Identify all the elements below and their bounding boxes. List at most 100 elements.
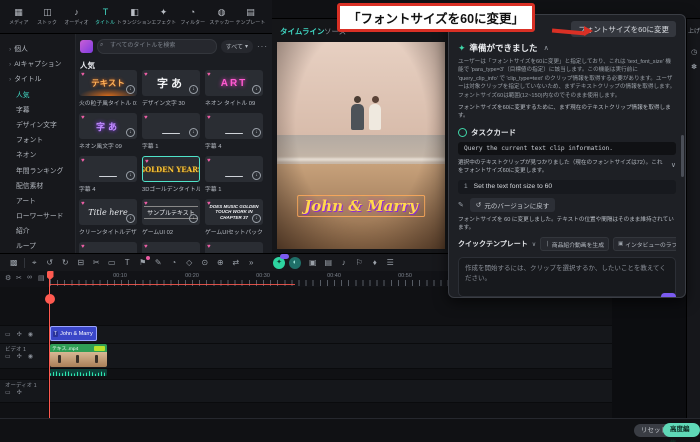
nav-tab-sticker[interactable]: ◍ ステッカー	[207, 7, 236, 26]
quick-chip-interview[interactable]: ▣インタビューのラフカット	[613, 237, 676, 252]
favorite-icon[interactable]: ♥	[81, 244, 85, 250]
quick-chip-product[interactable]: ❘ 商品紹介動画を生成	[540, 237, 609, 252]
zoom-icon[interactable]: ⊕	[213, 258, 229, 267]
card-thumbnail[interactable]: ♥ Title here ↓	[79, 199, 137, 225]
track-visibility-icon[interactable]: ◉	[28, 331, 33, 338]
nav-tab-filter[interactable]: ◔ フィルター	[178, 7, 207, 26]
template-card[interactable]: ♥ ↓ 字幕 4	[79, 156, 137, 193]
track-settings-icon[interactable]: ⚙	[5, 274, 11, 282]
toolbox-icon[interactable]: ▩	[6, 258, 22, 267]
template-card-partial[interactable]: ♥	[142, 242, 200, 253]
nav-tab-transition[interactable]: ◧ トランジション	[117, 7, 152, 26]
text-tool-icon[interactable]: T	[120, 258, 136, 267]
pen-icon[interactable]: ✎	[151, 258, 167, 267]
track-folder-icon[interactable]: ▭	[5, 353, 11, 360]
track-folder-icon[interactable]: ▭	[5, 389, 11, 396]
library-more-button[interactable]: ···	[257, 42, 268, 51]
track-toggle-icon[interactable]: ✣	[17, 353, 22, 360]
template-card[interactable]: ♥ Title here ↓ クリーンタイトルデザ...	[79, 199, 137, 236]
audio-tool-icon[interactable]: ♪	[336, 258, 352, 267]
panel-scrollbar[interactable]	[681, 135, 684, 177]
text-clip[interactable]: T John & Marry	[50, 326, 97, 341]
split-icon[interactable]: ✂	[89, 258, 105, 267]
audio-track-lane[interactable]	[0, 379, 612, 403]
track-list-icon[interactable]: ▤	[38, 274, 45, 282]
favorite-icon[interactable]: ♥	[144, 115, 148, 121]
tab-timeline[interactable]: タイムライン	[280, 26, 324, 37]
brand-avatar[interactable]	[80, 39, 93, 53]
crop-icon[interactable]: ▭	[104, 258, 120, 267]
favorite-icon[interactable]: ♥	[81, 72, 85, 78]
search-input[interactable]	[97, 38, 217, 54]
playhead-marker-dot[interactable]	[45, 294, 55, 304]
download-icon[interactable]: ↓	[126, 128, 135, 137]
favorite-icon[interactable]: ♥	[144, 244, 148, 250]
nav-tab-template[interactable]: ▤ テンプレート	[236, 7, 266, 26]
quick-template-caret-icon[interactable]: ∨	[532, 241, 536, 248]
snapshot-icon[interactable]: ▣	[305, 258, 321, 267]
card-thumbnail[interactable]: ♥ 字あ ↓	[79, 113, 137, 139]
speed-icon[interactable]: ◔	[166, 258, 182, 267]
favorite-icon[interactable]: ♥	[144, 72, 148, 78]
favorite-icon[interactable]: ♥	[207, 158, 211, 164]
mic-icon[interactable]: ♦	[367, 258, 383, 267]
sidebar-item-intro[interactable]: 紹介	[0, 224, 75, 239]
more-tools-icon[interactable]: »	[244, 258, 260, 267]
download-icon[interactable]: ↓	[252, 171, 261, 180]
download-icon[interactable]: ↓	[126, 214, 135, 223]
mixer-icon[interactable]: ☰	[383, 258, 399, 267]
sidebar-item-neon[interactable]: ネオン	[0, 148, 75, 163]
chroma-icon[interactable]: ⊙	[197, 258, 213, 267]
sidebar-item-design-text[interactable]: デザイン文字	[0, 118, 75, 133]
marker-icon[interactable]: ⚑	[135, 256, 151, 267]
flag-icon[interactable]: ⚐	[352, 258, 368, 267]
track-toggle-icon[interactable]: ✣	[17, 331, 22, 338]
card-thumbnail[interactable]: ♥ DOES MUSIC GOLDEN TOUCH WORK IN CHAPTER…	[205, 199, 263, 225]
download-icon[interactable]: ↓	[189, 214, 198, 223]
title-text-overlay[interactable]: John & Marry	[297, 195, 425, 218]
template-card[interactable]: ♥ 字あ ↓ デザイン文字 30	[142, 70, 200, 107]
nav-tab-stock[interactable]: ◫ ストック	[33, 7, 62, 26]
track-toggle-icon[interactable]: ✣	[17, 389, 22, 396]
download-icon[interactable]: ↓	[126, 171, 135, 180]
pointer-icon[interactable]: ⌖	[27, 258, 43, 268]
advanced-edit-button[interactable]: 高度編集	[663, 423, 700, 442]
favorite-icon[interactable]: ♥	[207, 72, 211, 78]
card-thumbnail[interactable]: ♥ ↓	[205, 113, 263, 139]
template-card[interactable]: ♥ テキスト ↓ 火の粒子風タイトル 01	[79, 70, 137, 107]
sidebar-group-ai-caption[interactable]: AIキャプション	[0, 57, 75, 72]
assets-icon[interactable]: ✽	[688, 63, 700, 71]
card-thumbnail[interactable]: ♥ ↓	[205, 156, 263, 182]
track-folder-icon[interactable]: ▭	[5, 331, 11, 338]
sidebar-group-personal[interactable]: 個人	[0, 42, 75, 57]
sidebar-item-loop[interactable]: ループ	[0, 239, 75, 254]
favorite-icon[interactable]: ♥	[207, 201, 211, 207]
card-thumbnail[interactable]: ♥ テキスト ↓	[79, 70, 137, 96]
favorite-icon[interactable]: ♥	[81, 201, 85, 207]
audio-waveform-clip[interactable]	[50, 369, 107, 376]
card-thumbnail[interactable]: ♥ 字あ ↓	[142, 70, 200, 96]
sidebar-item-ranking[interactable]: 年間ランキング	[0, 164, 75, 179]
favorite-icon[interactable]: ♥	[81, 158, 85, 164]
nav-tab-effect[interactable]: ✦ エフェクト	[149, 7, 178, 26]
favorite-icon[interactable]: ♥	[207, 244, 211, 250]
video-viewport[interactable]: John & Marry	[277, 42, 445, 249]
film-icon[interactable]: ▤	[321, 258, 337, 267]
expand-chevron-icon[interactable]: ∨	[671, 161, 676, 172]
razor-icon[interactable]: ✂	[16, 274, 22, 282]
favorite-icon[interactable]: ♥	[145, 159, 149, 165]
revert-button[interactable]: ↺ 元のバージョンに戻す	[469, 197, 556, 212]
template-card-partial[interactable]: ♥	[205, 242, 263, 253]
template-card-partial[interactable]: ♥	[79, 242, 137, 253]
video-clip[interactable]: テキス..mp4	[50, 344, 107, 367]
favorite-icon[interactable]: ♥	[81, 115, 85, 121]
assistant-header[interactable]: ✦ 準備ができました ∧	[458, 42, 676, 54]
sidebar-group-title[interactable]: タイトル	[0, 72, 75, 87]
template-card[interactable]: ♥ ↓ 字幕 1	[205, 156, 263, 193]
sidebar-item-popular[interactable]: 人気	[0, 88, 75, 103]
mask-icon[interactable]: ◐	[289, 256, 301, 269]
ai-assistant-icon[interactable]: ✦	[273, 253, 289, 269]
undo-icon[interactable]: ↺	[42, 258, 58, 267]
nav-tab-title[interactable]: T タイトル	[91, 7, 120, 26]
link-icon[interactable]: ∞	[27, 274, 32, 281]
